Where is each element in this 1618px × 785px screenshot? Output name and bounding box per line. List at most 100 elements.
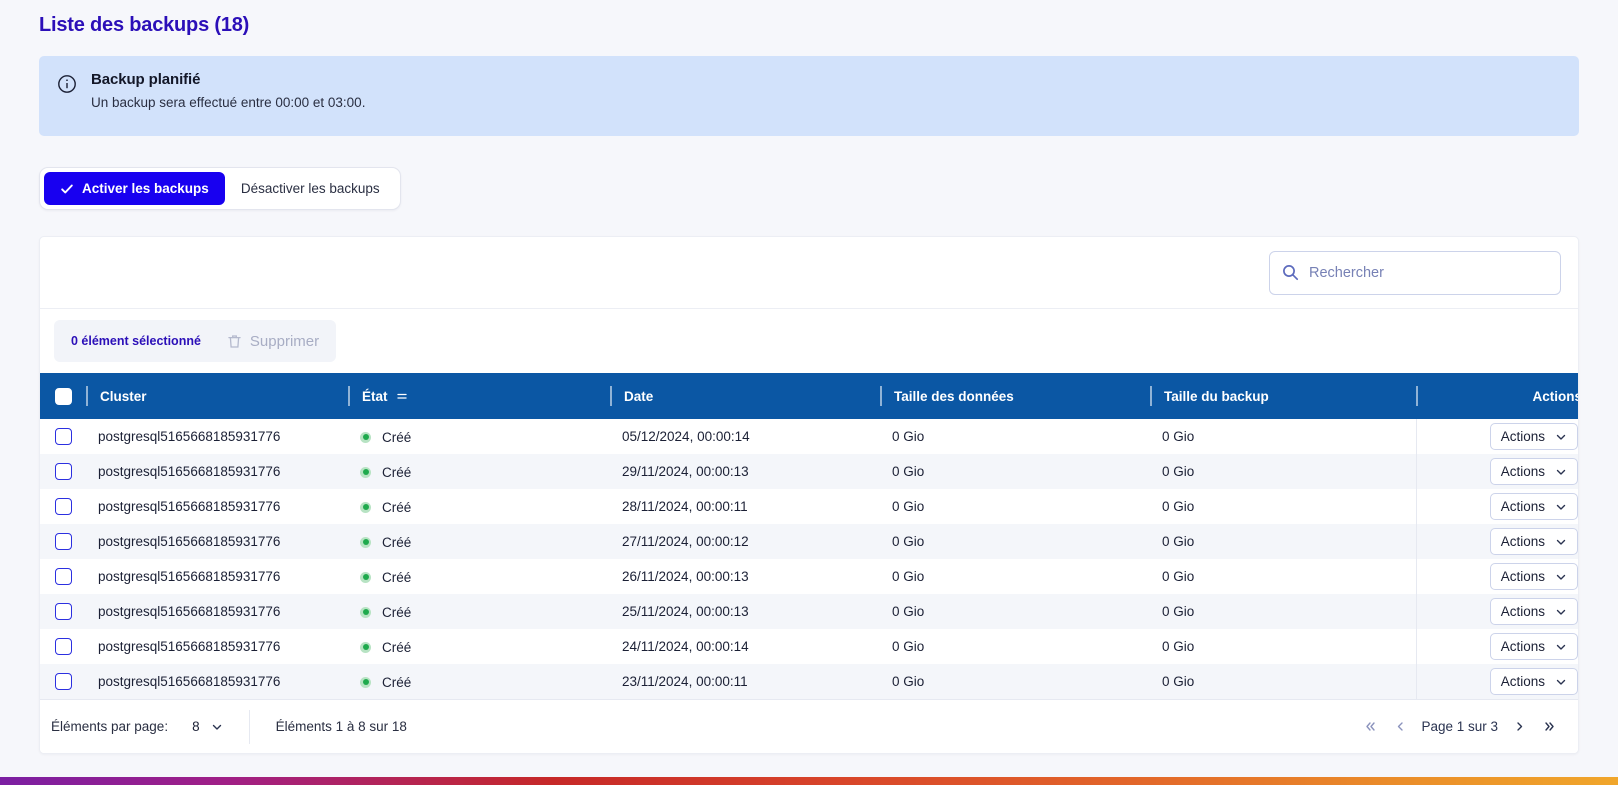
column-header-data-size-label: Taille des données [894, 388, 1014, 404]
per-page-label: Éléments par page: [51, 719, 169, 734]
row-actions-label: Actions [1500, 674, 1545, 689]
cell-actions: Actions [1416, 629, 1578, 664]
cell-actions: Actions [1416, 559, 1578, 594]
status-dot-icon [360, 571, 371, 583]
next-page-button[interactable] [1506, 714, 1532, 740]
status-label: Créé [382, 569, 412, 585]
first-page-button[interactable] [1357, 714, 1383, 740]
status-badge: Créé [360, 605, 411, 620]
row-select-cell [40, 559, 86, 594]
chevron-down-icon [1555, 536, 1567, 548]
cell-backup-size: 0 Gio [1162, 499, 1195, 514]
row-checkbox[interactable] [54, 568, 72, 585]
row-actions-button[interactable]: Actions [1489, 598, 1578, 625]
row-checkbox[interactable] [54, 498, 72, 515]
sort-icon[interactable] [396, 390, 408, 402]
row-actions-label: Actions [1500, 639, 1545, 654]
cell-backup-size: 0 Gio [1162, 429, 1195, 444]
status-label: Créé [382, 429, 412, 445]
cell-actions: Actions [1416, 664, 1578, 699]
search-input[interactable] [1309, 264, 1548, 281]
status-badge: Créé [360, 675, 411, 690]
row-actions-button[interactable]: Actions [1489, 528, 1578, 555]
column-header-data-size[interactable]: Taille des données [880, 373, 1150, 419]
table-row: postgresql5165668185931776 Créé 24/11/2024… [40, 629, 1578, 664]
backup-toggle-group: Activer les backups Désactiver les backu… [39, 167, 401, 210]
cell-backup-size: 0 Gio [1162, 639, 1195, 654]
column-header-backup-size-label: Taille du backup [1164, 388, 1269, 404]
last-page-button[interactable] [1536, 714, 1562, 740]
desactiver-les-backups-button[interactable]: Désactiver les backups [225, 172, 396, 205]
chevron-down-icon [1555, 501, 1567, 513]
supprimer-button[interactable]: Supprimer [227, 333, 319, 350]
cell-actions: Actions [1416, 594, 1578, 629]
chevron-down-icon [1555, 606, 1567, 618]
row-select-cell [40, 454, 86, 489]
selection-toolbar: 0 élément sélectionné Supprimer [40, 309, 1578, 373]
column-header-etat-label: État [362, 388, 388, 404]
cell-backup-size: 0 Gio [1162, 534, 1195, 549]
table-row: postgresql5165668185931776 Créé 25/11/2024… [40, 594, 1578, 629]
banner-text: Un backup sera effectué entre 00:00 et 0… [91, 95, 366, 110]
activer-les-backups-button[interactable]: Activer les backups [44, 172, 225, 205]
column-header-backup-size[interactable]: Taille du backup [1150, 373, 1416, 419]
row-actions-button[interactable]: Actions [1489, 423, 1578, 450]
column-header-date[interactable]: Date [610, 373, 880, 419]
table-body: postgresql5165668185931776 Créé 05/12/2024… [40, 419, 1578, 699]
chevron-down-icon [1555, 571, 1567, 583]
row-select-cell [40, 594, 86, 629]
row-checkbox[interactable] [54, 638, 72, 655]
cell-etat: Créé [348, 524, 610, 559]
cell-cluster: postgresql5165668185931776 [98, 534, 281, 549]
table-row: postgresql5165668185931776 Créé 23/11/2024… [40, 664, 1578, 699]
cell-etat: Créé [348, 489, 610, 524]
trash-icon [227, 334, 242, 349]
table-row: postgresql5165668185931776 Créé 28/11/2024… [40, 489, 1578, 524]
cell-cluster: postgresql5165668185931776 [98, 674, 281, 689]
row-actions-label: Actions [1500, 429, 1545, 444]
column-header-etat[interactable]: État [348, 373, 610, 419]
cell-data-size: 0 Gio [892, 569, 925, 584]
status-label: Créé [382, 639, 412, 655]
status-dot-icon [360, 536, 371, 548]
chevron-down-icon [1555, 466, 1567, 478]
status-dot-icon [360, 676, 371, 688]
row-actions-button[interactable]: Actions [1489, 633, 1578, 660]
activer-les-backups-label: Activer les backups [82, 181, 209, 196]
row-checkbox[interactable] [54, 603, 72, 620]
cell-date: 29/11/2024, 00:00:13 [622, 464, 749, 479]
cell-etat: Créé [348, 559, 610, 594]
search-box[interactable] [1269, 250, 1561, 295]
status-badge: Créé [360, 465, 411, 480]
status-label: Créé [382, 604, 412, 620]
search-icon [1282, 264, 1299, 281]
row-select-cell [40, 664, 86, 699]
select-all-checkbox[interactable] [54, 387, 72, 405]
row-checkbox[interactable] [54, 428, 72, 445]
cell-backup-size: 0 Gio [1162, 464, 1195, 479]
cell-cluster: postgresql5165668185931776 [98, 429, 281, 444]
status-dot-icon [360, 431, 371, 443]
cell-date: 27/11/2024, 00:00:12 [622, 534, 749, 549]
range-label: Éléments 1 à 8 sur 18 [275, 719, 407, 734]
pagination-footer: Éléments par page: 8 Éléments 1 à 8 sur … [40, 699, 1578, 753]
row-select-cell [40, 524, 86, 559]
per-page-select[interactable]: 8 [192, 719, 223, 734]
cell-backup-size: 0 Gio [1162, 604, 1195, 619]
backups-table: Cluster État Date Taille des données Tai… [40, 373, 1578, 699]
table-header-row: Cluster État Date Taille des données Tai… [40, 373, 1578, 419]
row-actions-button[interactable]: Actions [1489, 493, 1578, 520]
status-badge: Créé [360, 535, 411, 550]
cell-data-size: 0 Gio [892, 429, 925, 444]
row-checkbox[interactable] [54, 533, 72, 550]
row-checkbox[interactable] [54, 673, 72, 690]
row-checkbox[interactable] [54, 463, 72, 480]
row-actions-button[interactable]: Actions [1489, 458, 1578, 485]
row-actions-button[interactable]: Actions [1489, 563, 1578, 590]
column-header-cluster[interactable]: Cluster [86, 373, 348, 419]
cell-etat: Créé [348, 629, 610, 664]
row-actions-button[interactable]: Actions [1489, 668, 1578, 695]
page-label: Page 1 sur 3 [1421, 719, 1498, 734]
column-header-date-label: Date [624, 388, 654, 404]
prev-page-button[interactable] [1387, 714, 1413, 740]
